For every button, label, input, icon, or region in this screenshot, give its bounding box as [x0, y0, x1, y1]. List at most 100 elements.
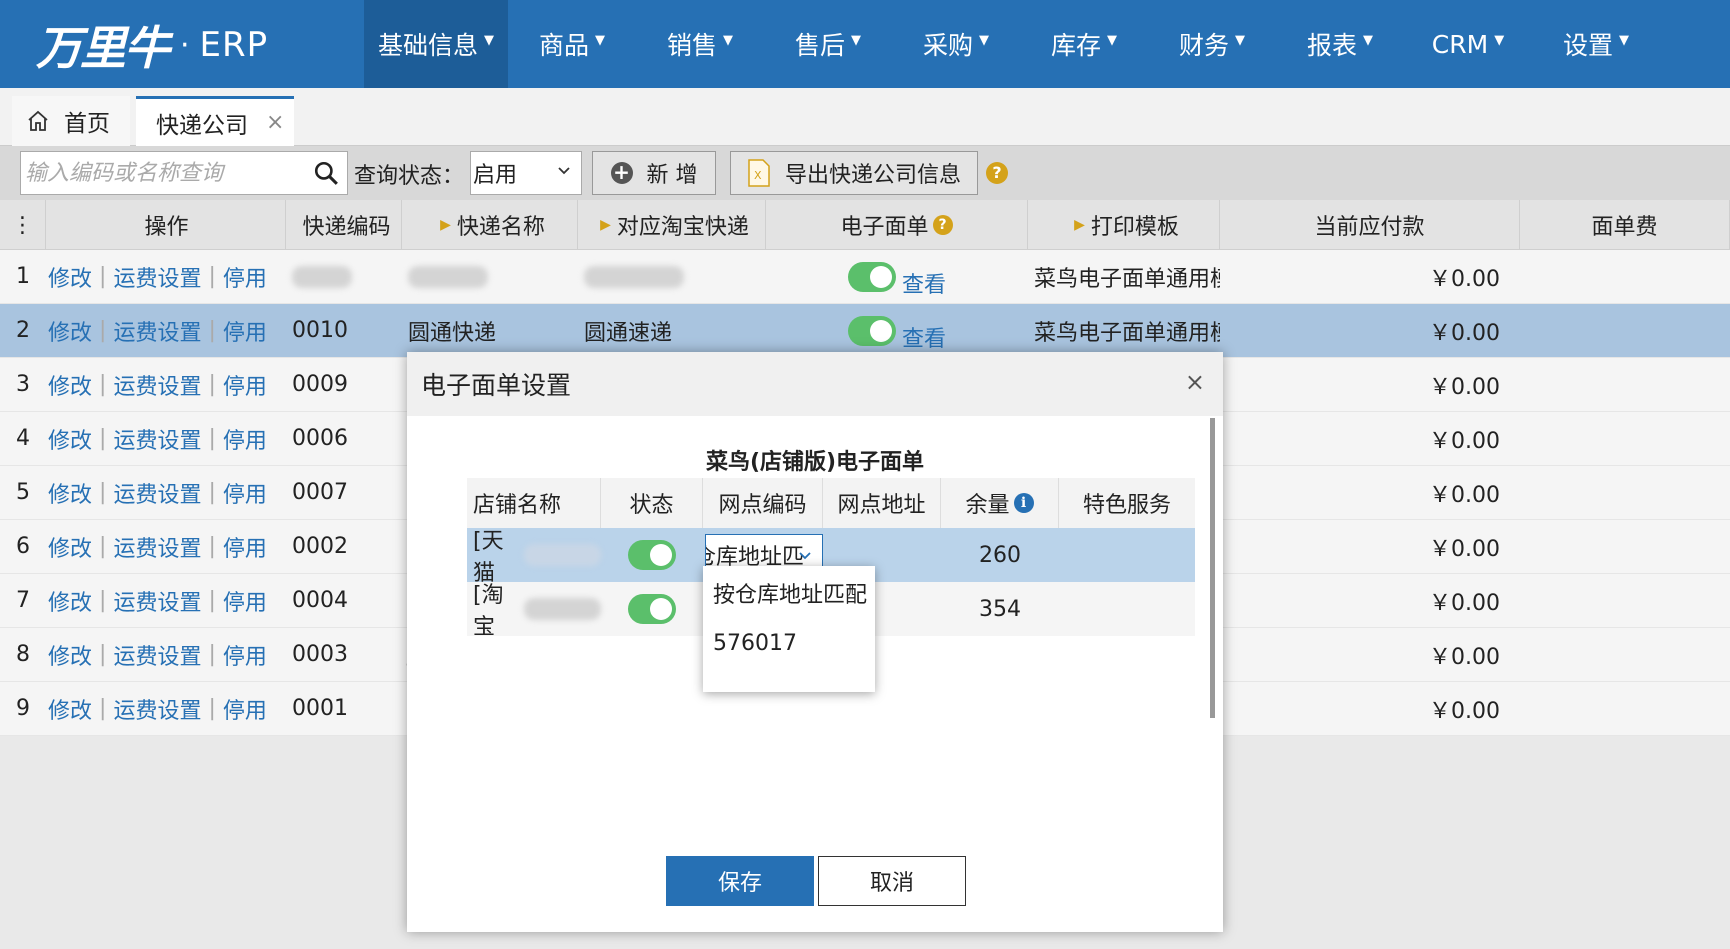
- ewaybill-toggle[interactable]: [847, 315, 896, 346]
- info-icon[interactable]: i: [1013, 493, 1034, 513]
- ewaybill-toggle[interactable]: [847, 261, 896, 292]
- shop-name: [淘宝: [473, 583, 504, 640]
- col-name[interactable]: ▶ 快递名称: [402, 200, 578, 250]
- col-actions: 操作: [46, 200, 286, 250]
- cell-balance: 354: [979, 596, 1021, 622]
- cell-payable: ￥0.00: [1429, 266, 1500, 292]
- shop-status-toggle[interactable]: [628, 540, 676, 570]
- plus-circle-icon: +: [610, 162, 633, 184]
- edit-link[interactable]: 修改: [48, 261, 92, 293]
- export-button[interactable]: X 导出快递公司信息: [730, 151, 978, 195]
- disable-link[interactable]: 停用: [223, 639, 267, 671]
- nav-item-settings[interactable]: 设置 ▼: [1532, 0, 1660, 88]
- nav-item-goods[interactable]: 商品 ▼: [508, 0, 636, 88]
- chevron-down-icon: ▼: [1235, 32, 1245, 48]
- search-input[interactable]: [21, 153, 311, 193]
- disable-link[interactable]: 停用: [223, 531, 267, 563]
- view-link[interactable]: 查看: [902, 267, 946, 299]
- divider: |: [99, 696, 107, 721]
- dropdown-option[interactable]: 按仓库地址匹配: [703, 570, 875, 616]
- fee-settings-link[interactable]: 运费设置: [113, 369, 201, 401]
- nav-item-inventory[interactable]: 库存 ▼: [1020, 0, 1148, 88]
- fee-settings-link[interactable]: 运费设置: [113, 315, 201, 347]
- app-logo[interactable]: 万里牛 · ERP: [36, 10, 268, 80]
- table-row[interactable]: 2 修改 | 运费设置 | 停用 0010 圆通快递 圆通速递 查看 菜鸟电子面单通用模…: [0, 304, 1730, 358]
- divider: |: [208, 480, 216, 505]
- fee-settings-link[interactable]: 运费设置: [113, 585, 201, 617]
- row-actions: 修改 | 运费设置 | 停用: [46, 574, 286, 628]
- shop-status-toggle[interactable]: [628, 594, 676, 624]
- cell-payable: ￥0.00: [1429, 320, 1500, 346]
- nav-item-basic-info[interactable]: 基础信息 ▼: [364, 0, 508, 88]
- save-button[interactable]: 保存: [666, 856, 814, 906]
- disable-link[interactable]: 停用: [223, 585, 267, 617]
- nav-item-purchase[interactable]: 采购 ▼: [892, 0, 1020, 88]
- edit-link[interactable]: 修改: [48, 423, 92, 455]
- disable-link[interactable]: 停用: [223, 369, 267, 401]
- disable-link[interactable]: 停用: [223, 315, 267, 347]
- nav-label: 基础信息: [377, 31, 478, 60]
- fee-settings-link[interactable]: 运费设置: [113, 531, 201, 563]
- fee-settings-link[interactable]: 运费设置: [113, 261, 201, 293]
- disable-link[interactable]: 停用: [223, 693, 267, 725]
- nav-item-sales[interactable]: 销售 ▼: [636, 0, 764, 88]
- edit-link[interactable]: 修改: [48, 531, 92, 563]
- fee-settings-link[interactable]: 运费设置: [113, 477, 201, 509]
- row-index: 3: [16, 372, 30, 397]
- edit-link[interactable]: 修改: [48, 585, 92, 617]
- header-label: 打印模板: [1090, 215, 1179, 240]
- disable-link[interactable]: 停用: [223, 477, 267, 509]
- col-ewaybill[interactable]: 电子面单?: [766, 200, 1028, 250]
- view-link[interactable]: 查看: [902, 321, 946, 353]
- nav-label: 库存: [1050, 31, 1101, 60]
- fee-settings-link[interactable]: 运费设置: [113, 423, 201, 455]
- chevron-down-icon: ▼: [723, 32, 733, 48]
- edit-link[interactable]: 修改: [48, 315, 92, 347]
- add-button[interactable]: + 新 增: [592, 151, 716, 195]
- logo-suffix: ERP: [199, 25, 269, 65]
- tab-express-company[interactable]: 快递公司 ×: [136, 96, 294, 146]
- edit-link[interactable]: 修改: [48, 693, 92, 725]
- disable-link[interactable]: 停用: [223, 261, 267, 293]
- dialog-subtitle: 菜鸟(店铺版)电子面单: [705, 450, 925, 475]
- status-select[interactable]: 启用: [470, 151, 582, 195]
- close-icon[interactable]: ×: [1185, 368, 1205, 396]
- disable-link[interactable]: 停用: [223, 423, 267, 455]
- cell-service: [1059, 582, 1195, 636]
- redacted-text: [584, 265, 684, 288]
- table-row[interactable]: 1 修改 | 运费设置 | 停用 查看 菜鸟电子面单通用模 ￥0.00: [0, 250, 1730, 304]
- fee-settings-link[interactable]: 运费设置: [113, 639, 201, 671]
- nav-item-crm[interactable]: CRM ▼: [1404, 0, 1532, 88]
- col-waybill-fee[interactable]: 面单费: [1520, 200, 1730, 250]
- nav-item-after-sales[interactable]: 售后 ▼: [764, 0, 892, 88]
- cell-name: [402, 250, 578, 304]
- divider: |: [99, 318, 107, 343]
- col-payable[interactable]: 当前应付款: [1220, 200, 1520, 250]
- close-icon[interactable]: ×: [266, 110, 284, 135]
- nav-item-reports[interactable]: 报表 ▼: [1276, 0, 1404, 88]
- edit-link[interactable]: 修改: [48, 477, 92, 509]
- tab-home[interactable]: 首页: [12, 96, 130, 146]
- help-icon[interactable]: ?: [986, 162, 1008, 184]
- divider: |: [99, 642, 107, 667]
- help-icon[interactable]: ?: [932, 215, 953, 235]
- dropdown-option[interactable]: 576017: [703, 620, 875, 666]
- chevron-down-icon: ▼: [979, 32, 989, 48]
- fee-settings-link[interactable]: 运费设置: [113, 693, 201, 725]
- divider: |: [208, 318, 216, 343]
- nav-item-finance[interactable]: 财务 ▼: [1148, 0, 1276, 88]
- cell-taobao: [578, 250, 766, 304]
- col-print-template[interactable]: ▶ 打印模板: [1028, 200, 1220, 250]
- edit-link[interactable]: 修改: [48, 639, 92, 671]
- edit-link[interactable]: 修改: [48, 369, 92, 401]
- cell-fee: [1520, 412, 1730, 466]
- cell-code: [286, 250, 402, 304]
- header-label: 电子面单: [840, 215, 929, 240]
- col-code[interactable]: 快递编码: [286, 200, 402, 250]
- column-menu-icon[interactable]: ⋮: [0, 200, 46, 250]
- search-box: [20, 151, 348, 195]
- cancel-button[interactable]: 取消: [818, 856, 966, 906]
- divider: |: [99, 426, 107, 451]
- col-taobao-express[interactable]: ▶ 对应淘宝快递: [578, 200, 766, 250]
- search-icon[interactable]: [313, 160, 339, 186]
